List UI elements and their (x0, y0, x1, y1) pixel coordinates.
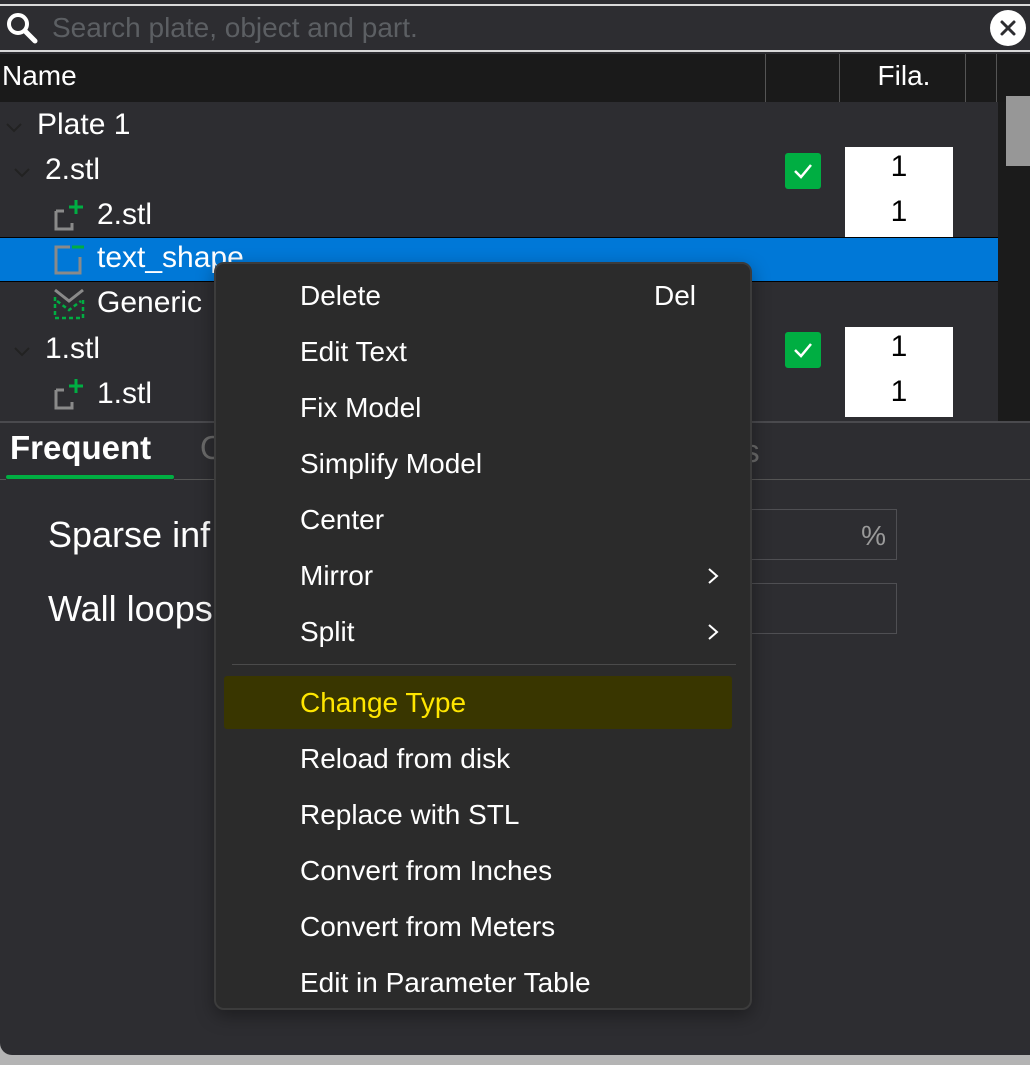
menu-item-label: Fix Model (300, 392, 422, 423)
tree-row-plate[interactable]: Plate 1 (0, 104, 998, 149)
menu-item-edit-text[interactable]: Edit Text (226, 327, 734, 377)
menu-item-fix-model[interactable]: Fix Model (226, 383, 734, 433)
chevron-down-icon[interactable] (12, 162, 32, 182)
tab-frequent[interactable]: Frequent (10, 429, 151, 467)
menu-item-split[interactable]: Split (226, 607, 734, 657)
filament-value[interactable]: 1 (845, 195, 953, 229)
add-part-icon (52, 199, 86, 233)
menu-item-label: Split (300, 616, 355, 647)
printable-checkbox[interactable] (785, 153, 821, 189)
menu-item-label: Edit in Parameter Table (300, 967, 591, 998)
column-separator (765, 54, 766, 102)
tree-row-label: 2.stl (97, 198, 153, 231)
menu-item-center[interactable]: Center (226, 495, 734, 545)
negative-part-icon (52, 243, 86, 277)
printable-checkbox[interactable] (785, 332, 821, 368)
modifier-icon (52, 287, 86, 321)
menu-item-shortcut: Del (654, 280, 697, 311)
checkmark-icon (794, 164, 812, 179)
active-tab-indicator (6, 475, 174, 479)
submenu-arrow-icon (706, 566, 720, 586)
menu-item-convert-from-inches[interactable]: Convert from Inches (226, 846, 734, 896)
filament-value[interactable]: 1 (845, 330, 953, 364)
menu-item-convert-from-meters[interactable]: Convert from Meters (226, 902, 734, 952)
column-name-header[interactable]: Name (2, 60, 77, 92)
submenu-arrow-icon (706, 622, 720, 642)
menu-item-label: Mirror (300, 560, 374, 591)
filament-value[interactable]: 1 (845, 375, 953, 409)
menu-item-label: Convert from Inches (300, 855, 553, 886)
menu-item-label: Simplify Model (300, 448, 483, 479)
unit-label: % (861, 520, 886, 551)
tabs-baseline (0, 479, 6, 480)
menu-item-delete[interactable]: Delete Del (226, 271, 734, 321)
column-header: Name Fila. (0, 54, 1030, 102)
menu-item-label: Change Type (300, 686, 467, 718)
menu-item-replace-with-stl[interactable]: Replace with STL (226, 790, 734, 840)
menu-item-reload-from-disk[interactable]: Reload from disk (226, 734, 734, 784)
menu-item-label: Center (300, 504, 385, 535)
tree-scrollbar-thumb[interactable] (1006, 96, 1030, 166)
search-icon (4, 10, 40, 46)
filament-value[interactable]: 1 (845, 150, 953, 184)
context-menu: Delete Del Edit Text Fix Model Simplify … (214, 262, 752, 1010)
menu-separator (232, 664, 736, 665)
column-separator (839, 54, 840, 102)
tree-row-label: Generic (97, 286, 203, 319)
clear-search-button[interactable] (990, 10, 1026, 46)
menu-item-label: Edit Text (300, 336, 407, 367)
column-filament-header[interactable]: Fila. (870, 60, 938, 92)
tree-row-label: 1.stl (45, 332, 101, 365)
object-list-panel: Name Fila. Plate 1 2.stl 1 (0, 0, 1030, 1055)
menu-item-label: Delete (300, 280, 381, 311)
add-part-icon (52, 378, 86, 412)
checkmark-icon (794, 343, 812, 358)
menu-item-label: Replace with STL (300, 799, 520, 830)
chevron-down-icon[interactable] (4, 117, 24, 137)
close-icon (1000, 20, 1016, 36)
menu-item-simplify-model[interactable]: Simplify Model (226, 439, 734, 489)
setting-label-wall-loops: Wall loops (48, 588, 213, 629)
column-separator (965, 54, 966, 102)
setting-label-sparse-infill: Sparse inf (48, 514, 211, 555)
search-input[interactable] (40, 6, 990, 50)
menu-item-edit-in-parameter-table[interactable]: Edit in Parameter Table (226, 958, 734, 1008)
tree-row-label: 2.stl (45, 153, 101, 186)
menu-item-change-type[interactable]: Change Type (224, 676, 732, 729)
menu-item-mirror[interactable]: Mirror (226, 551, 734, 601)
column-separator (996, 54, 997, 102)
menu-item-label: Reload from disk (300, 743, 511, 774)
search-bar (0, 4, 1030, 52)
tree-row-label: 1.stl (97, 377, 153, 410)
tree-row-label: Plate 1 (37, 108, 131, 141)
chevron-down-icon[interactable] (12, 341, 32, 361)
menu-item-label: Convert from Meters (300, 911, 556, 942)
